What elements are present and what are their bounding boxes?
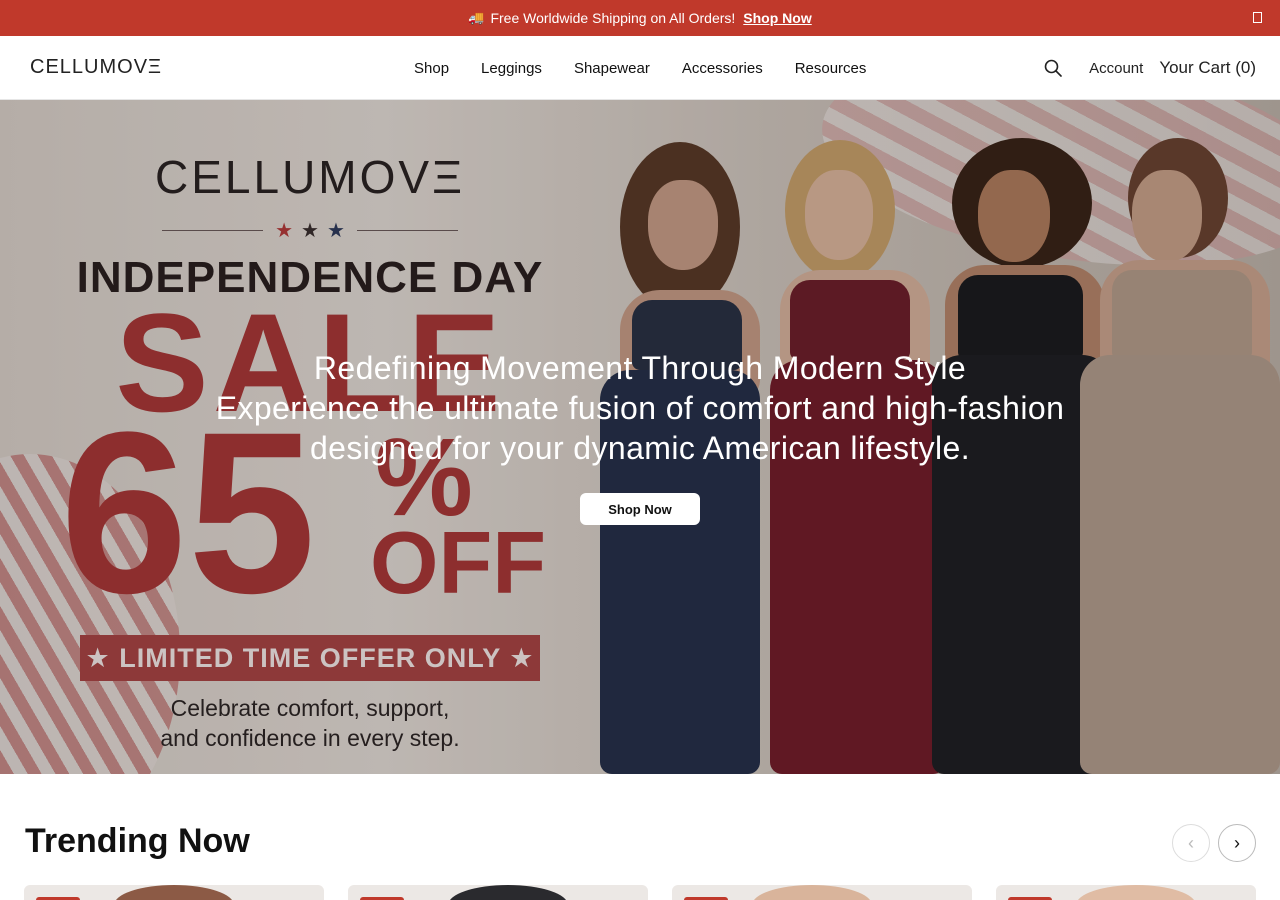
cart-link[interactable]: Your Cart (0) [1159, 58, 1256, 78]
carousel-prev-button[interactable]: ‹ [1172, 824, 1210, 862]
nav-item-resources[interactable]: Resources [779, 60, 883, 77]
product-image [752, 885, 872, 900]
hero-subheading: designed for your dynamic American lifes… [309, 430, 971, 466]
nav-item-leggings[interactable]: Leggings [465, 60, 558, 77]
product-card[interactable] [996, 885, 1256, 900]
trending-section: Trending Now ‹ › [0, 774, 1280, 900]
product-image [1076, 885, 1196, 900]
announcement-bar: 🚚 Free Worldwide Shipping on All Orders!… [0, 0, 1280, 36]
chevron-left-icon: ‹ [1188, 832, 1194, 853]
nav-item-shop[interactable]: Shop [398, 60, 465, 77]
product-card[interactable] [348, 885, 648, 900]
product-image [114, 885, 234, 900]
search-icon[interactable] [1043, 58, 1063, 78]
hero-subheading: Experience the ultimate fusion of comfor… [215, 390, 1065, 426]
hero-heading: Redefining Movement Through Modern Style [313, 350, 967, 386]
hero-shop-now-button[interactable]: Shop Now [580, 493, 700, 525]
account-link[interactable]: Account [1089, 60, 1143, 77]
section-title: Trending Now [25, 822, 250, 860]
site-logo[interactable]: CELLUMOVΞ [30, 56, 162, 79]
announcement-close-icon[interactable] [1253, 12, 1262, 23]
nav-item-shapewear[interactable]: Shapewear [558, 60, 666, 77]
product-card[interactable] [24, 885, 324, 900]
nav-item-accessories[interactable]: Accessories [666, 60, 779, 77]
carousel-next-button[interactable]: › [1218, 824, 1256, 862]
chevron-right-icon: › [1234, 832, 1240, 853]
product-image [448, 885, 568, 900]
announcement-shop-now-link[interactable]: Shop Now [743, 10, 811, 26]
site-header: CELLUMOVΞ Shop Leggings Shapewear Access… [0, 36, 1280, 100]
product-card[interactable] [672, 885, 972, 900]
hero-text: Redefining Movement Through Modern Style… [0, 348, 1280, 468]
main-nav: Shop Leggings Shapewear Accessories Reso… [398, 36, 882, 100]
hero-banner: CELLUMOVΞ ★ ★ ★ INDEPENDENCE DAY SALE 65… [0, 100, 1280, 774]
header-actions: Account Your Cart (0) [1043, 36, 1256, 100]
announcement-text: Free Worldwide Shipping on All Orders! [490, 10, 736, 26]
truck-icon: 🚚 [468, 10, 485, 25]
